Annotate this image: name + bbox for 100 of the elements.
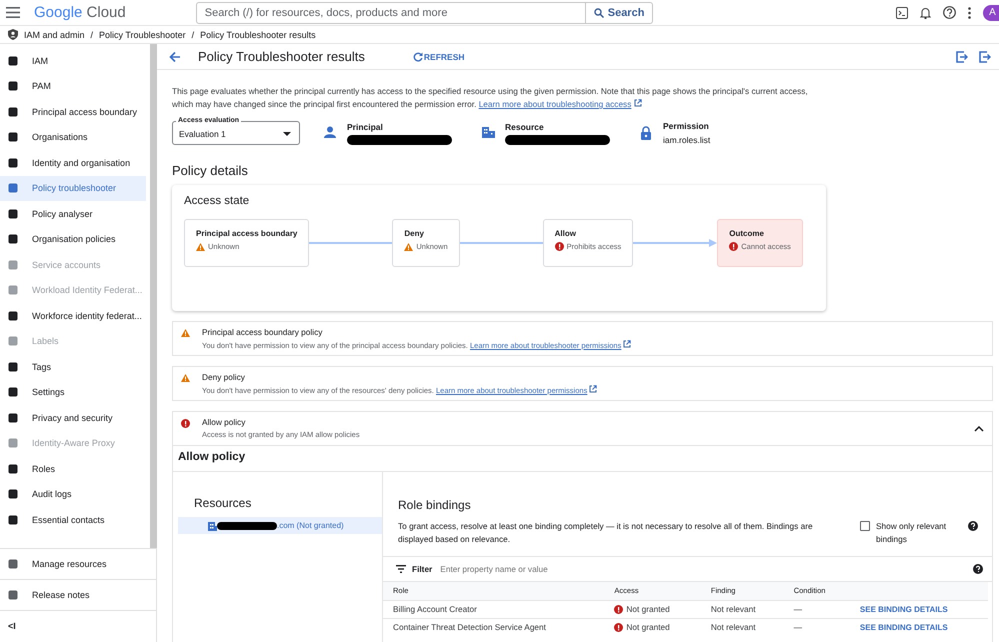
- square-icon: [8, 81, 18, 92]
- sidebar-item[interactable]: Settings: [0, 380, 146, 405]
- bell-icon[interactable]: [920, 6, 931, 18]
- node-title: Allow: [554, 229, 577, 238]
- table-cell: Not relevant: [700, 618, 784, 636]
- panel-exit-icon[interactable]: [956, 50, 968, 62]
- square-icon: [8, 310, 18, 321]
- help-icon[interactable]: [943, 6, 956, 19]
- sidebar-item[interactable]: Tags: [0, 354, 146, 380]
- policy-title: Deny policy: [202, 372, 246, 382]
- square-icon: [8, 590, 18, 600]
- summary-label: Permission: [663, 121, 710, 131]
- resource-label: .com (Not granted): [277, 521, 344, 530]
- search-icon: [594, 8, 604, 18]
- sidebar-item[interactable]: PAM: [0, 74, 146, 99]
- column-heading: Role bindings: [398, 498, 472, 512]
- square-icon: [8, 362, 18, 372]
- summary-label: Resource: [505, 122, 545, 132]
- relevant-checkbox[interactable]: Show only relevant bindings: [860, 520, 956, 553]
- refresh-icon: [412, 52, 423, 62]
- square-icon: [8, 183, 18, 194]
- sidebar-item[interactable]: Workforce identity federat...: [0, 303, 146, 328]
- breadcrumb-separator: /: [90, 30, 94, 40]
- sidebar-item[interactable]: Essential contacts: [0, 507, 146, 532]
- table-cell: Not relevant: [700, 600, 784, 618]
- square-icon: [8, 489, 18, 500]
- sidebar-item[interactable]: Identity and organisation: [0, 150, 146, 176]
- learn-more-link[interactable]: Learn more about troubleshooting access: [478, 99, 632, 109]
- collapse-chevron-icon[interactable]: [974, 426, 984, 432]
- external-link-icon[interactable]: [634, 99, 642, 107]
- search-button[interactable]: Search: [586, 2, 654, 24]
- square-icon: [8, 514, 18, 525]
- table-cell: —: [784, 618, 850, 636]
- square-icon: [8, 387, 18, 398]
- help-icon[interactable]: [968, 521, 978, 531]
- refresh-button[interactable]: REFRESH: [412, 52, 465, 62]
- square-icon: [8, 158, 18, 168]
- sidebar-item[interactable]: Policy troubleshooter: [0, 176, 146, 201]
- external-link-icon[interactable]: [623, 340, 632, 348]
- intro-paragraph: This page evaluates whether the principal currently has access to the specified resource using the given permission. Note that this page shows the principal's current access, which may have changed since the principal first encountered the permission error. Learn more about troubleshooting access: [172, 85, 809, 111]
- dropdown-caret-icon: [283, 132, 291, 136]
- square-icon: [8, 106, 18, 117]
- section-heading: Policy details: [172, 163, 249, 178]
- sidebar-item[interactable]: Organisations: [0, 124, 146, 150]
- square-icon: [8, 285, 18, 296]
- logo[interactable]: Google Cloud: [34, 4, 126, 21]
- column-heading: Resources: [194, 496, 252, 510]
- sidebar-item[interactable]: Policy analyser: [0, 201, 146, 226]
- breadcrumb-link[interactable]: Policy Troubleshooter: [99, 30, 186, 40]
- sidebar-item[interactable]: Release notes: [0, 579, 156, 610]
- node-title: Outcome: [729, 229, 765, 238]
- panel-heading: Allow policy: [173, 446, 992, 472]
- square-icon: [8, 132, 18, 142]
- card-title: Access state: [184, 195, 250, 207]
- avatar[interactable]: A: [983, 4, 999, 20]
- sidebar-item[interactable]: Privacy and security: [0, 405, 146, 430]
- sidebar-item[interactable]: IAM: [0, 48, 146, 74]
- collapse-button[interactable]: <I: [0, 610, 156, 641]
- more-icon[interactable]: [968, 6, 971, 18]
- table-cell: Billing Account Creator: [383, 600, 604, 618]
- square-icon: [8, 260, 18, 270]
- filter-label: Filter: [412, 564, 432, 574]
- error-icon: [614, 604, 624, 614]
- table-cell: —: [784, 600, 850, 618]
- panel-exit-icon[interactable]: [979, 50, 991, 62]
- terminal-icon[interactable]: [896, 6, 908, 18]
- lock-icon: [640, 126, 653, 140]
- breadcrumb-link[interactable]: IAM and admin: [24, 30, 85, 40]
- building-icon: [208, 520, 217, 530]
- sidebar-item[interactable]: Organisation policies: [0, 226, 146, 252]
- error-icon: [614, 622, 624, 632]
- table-cell: Not granted: [626, 622, 670, 632]
- square-icon: [8, 412, 18, 423]
- policy-title: Allow policy: [202, 417, 246, 427]
- square-icon: [8, 438, 18, 448]
- back-arrow-icon[interactable]: [169, 50, 181, 62]
- building-icon: [482, 126, 495, 140]
- binding-details-link[interactable]: SEE BINDING DETAILS: [860, 605, 948, 614]
- summary-value: iam.roles.list: [663, 135, 710, 145]
- binding-details-link[interactable]: SEE BINDING DETAILS: [860, 623, 948, 632]
- sidebar-item[interactable]: Manage resources: [0, 548, 156, 579]
- sidebar-item[interactable]: Audit logs: [0, 482, 146, 507]
- help-icon[interactable]: [973, 564, 983, 574]
- policy-title: Principal access boundary policy: [202, 327, 324, 337]
- resource-item[interactable]: .com (Not granted): [178, 517, 382, 534]
- person-icon: [324, 126, 337, 140]
- square-icon: [8, 56, 18, 66]
- bindings-description: To grant access, resolve at least one binding completely — it is not necessary to resolve all of them. Bindings are displayed based on relevance.: [398, 520, 814, 546]
- external-link-icon[interactable]: [589, 385, 598, 393]
- page-title: Policy Troubleshooter results: [198, 49, 365, 64]
- table-cell: Not granted: [626, 604, 670, 614]
- sidebar-item[interactable]: Principal access boundary: [0, 99, 146, 124]
- square-icon: [8, 208, 18, 219]
- node-title: Principal access boundary: [196, 229, 298, 238]
- search-field[interactable]: Search (/) for resources, docs, products and more: [196, 2, 586, 24]
- filter-icon: [396, 565, 406, 573]
- sidebar-item[interactable]: Roles: [0, 456, 146, 482]
- menu-icon[interactable]: [6, 7, 20, 18]
- table-cell: Container Threat Detection Service Agent: [383, 618, 604, 636]
- square-icon: [8, 336, 18, 346]
